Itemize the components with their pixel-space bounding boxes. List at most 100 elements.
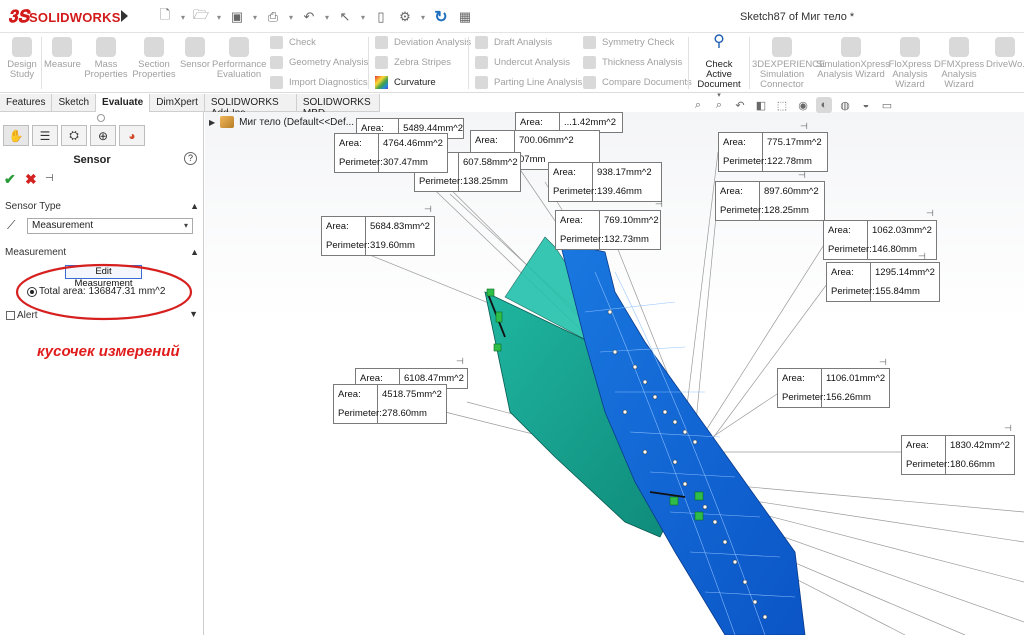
print-icon[interactable]: ⎙ xyxy=(264,8,282,26)
mass-properties-button[interactable]: Mass Properties xyxy=(84,37,128,80)
3dexperience-simulation-button[interactable]: 3DEXPERIENCE Simulation Connector xyxy=(752,37,825,90)
ok-checkmark-icon[interactable]: ✔ xyxy=(4,171,16,188)
undo-dropdown-icon[interactable]: ▾ xyxy=(324,8,330,26)
rebuild-icon[interactable]: ↻ xyxy=(432,8,450,26)
measure-callout[interactable]: Area: 1295.14mm^2 Perimeter: 155.84mm xyxy=(826,262,940,302)
pushpin-icon[interactable]: ⊣ xyxy=(1004,423,1012,434)
symmetry-check-button[interactable]: Symmetry Check xyxy=(583,33,674,51)
measure-callout[interactable]: Area: 4518.75mm^2 Perimeter: 278.60mm xyxy=(333,384,447,424)
expand-arrow-icon[interactable]: ▶ xyxy=(209,118,215,127)
view-orientation-icon[interactable]: ⬚ xyxy=(774,97,790,113)
zoom-area-icon[interactable]: ⌕ xyxy=(711,97,727,113)
thickness-analysis-button[interactable]: Thickness Analysis xyxy=(583,53,682,71)
parting-line-analysis-button[interactable]: Parting Line Analysis xyxy=(475,73,582,91)
pushpin-icon[interactable]: ⊣ xyxy=(45,173,54,184)
measure-callout[interactable]: Area: 775.17mm^2 Perimeter: 122.78mm xyxy=(718,132,828,172)
measure-callout[interactable]: Area: 1106.01mm^2 Perimeter: 156.26mm xyxy=(777,368,890,408)
check-button[interactable]: Check xyxy=(270,33,316,51)
measurement-group-header[interactable]: Measurement ▲ xyxy=(5,247,201,261)
tab-dimxpert[interactable]: DimXpert xyxy=(150,94,205,112)
pushpin-icon[interactable]: ⊣ xyxy=(456,356,464,367)
curvature-button[interactable]: Curvature xyxy=(375,73,436,91)
feature-manager-tab-icon[interactable]: ✋ xyxy=(3,125,29,146)
measure-callout[interactable]: Area: 769.10mm^2 Perimeter: 132.73mm xyxy=(555,210,661,250)
property-manager-tab-icon[interactable]: ☰ xyxy=(32,125,58,146)
deviation-analysis-button[interactable]: Deviation Analysis xyxy=(375,33,471,51)
separator xyxy=(688,37,689,89)
driveworks-button[interactable]: DriveWo... xyxy=(986,37,1024,70)
open-dropdown-icon[interactable]: ▾ xyxy=(216,8,222,26)
pushpin-icon[interactable]: ⊣ xyxy=(926,208,934,219)
performance-evaluation-button[interactable]: Performance Evaluation xyxy=(212,37,266,80)
pushpin-icon[interactable]: ⊣ xyxy=(424,204,432,215)
file-properties-icon[interactable]: ▯ xyxy=(372,8,390,26)
pushpin-icon[interactable]: ⊣ xyxy=(800,121,808,132)
apply-scene-icon[interactable]: ◒ xyxy=(858,97,874,113)
geometry-analysis-button[interactable]: Geometry Analysis xyxy=(270,53,368,71)
zebra-stripes-button[interactable]: Zebra Stripes xyxy=(375,53,451,71)
open-icon[interactable]: 🗁 xyxy=(192,7,210,26)
print-dropdown-icon[interactable]: ▾ xyxy=(288,8,294,26)
measure-button[interactable]: Measure xyxy=(44,37,81,70)
collapse-chevron-icon[interactable]: ▲ xyxy=(190,247,199,257)
mass-properties-icon xyxy=(96,37,116,57)
rebuild-all-icon[interactable]: ▦ xyxy=(456,8,474,26)
compare-documents-button[interactable]: Compare Documents xyxy=(583,73,692,91)
pushpin-icon[interactable]: ⊣ xyxy=(918,251,926,262)
tab-features[interactable]: Features xyxy=(0,94,53,112)
section-properties-button[interactable]: Section Properties xyxy=(132,37,176,80)
new-document-icon[interactable]: 🗋 xyxy=(156,7,174,26)
edit-appearance-icon[interactable]: ◍ xyxy=(837,97,853,113)
measure-callout[interactable]: Area: 4764.46mm^2 Perimeter: 307.47mm xyxy=(334,133,448,173)
floxpress-button[interactable]: FloXpress Analysis Wizard xyxy=(888,37,932,90)
save-icon[interactable]: ▣ xyxy=(228,8,246,26)
design-study-button[interactable]: Design Study xyxy=(4,37,40,80)
measure-callout[interactable]: Area: 5684.83mm^2 Perimeter: 319.60mm xyxy=(321,216,435,256)
tab-sketch[interactable]: Sketch xyxy=(52,94,97,112)
new-dropdown-icon[interactable]: ▾ xyxy=(180,8,186,26)
floxpress-icon xyxy=(900,37,920,57)
tab-solidworks-add-ins[interactable]: SOLIDWORKS Add-Ins xyxy=(205,94,297,119)
zoom-to-fit-icon[interactable]: ⌕ xyxy=(690,97,706,113)
select-icon[interactable]: ↖ xyxy=(336,8,354,26)
measure-callout[interactable]: Area: 1830.42mm^2 Perimeter: 180.66mm xyxy=(901,435,1015,475)
pushpin-icon[interactable]: ⊣ xyxy=(879,357,887,368)
undercut-analysis-button[interactable]: Undercut Analysis xyxy=(475,53,570,71)
tab-solidworks-mbd[interactable]: SOLIDWORKS MBD xyxy=(297,94,380,119)
import-diagnostics-button[interactable]: Import Diagnostics xyxy=(270,73,368,91)
feature-tree-root[interactable]: ▶ Миг тело (Default<<Def... xyxy=(209,116,354,128)
tab-evaluate[interactable]: Evaluate xyxy=(96,94,151,112)
pushpin-icon[interactable]: ⊣ xyxy=(655,199,663,210)
solidworks-logo[interactable]: 𝟑𝐒 SOLIDWORKS xyxy=(8,7,120,27)
display-style-icon[interactable]: ◉ xyxy=(795,97,811,113)
help-icon[interactable]: ? xyxy=(184,152,197,165)
pushpin-icon[interactable]: ⊣ xyxy=(798,170,806,181)
dfmxpress-button[interactable]: DFMXpress Analysis Wizard xyxy=(934,37,984,90)
simulationxpress-button[interactable]: SimulationXpress Analysis Wizard xyxy=(816,37,890,80)
measure-callout[interactable]: Area: 938.17mm^2 Perimeter: 139.46mm xyxy=(548,162,662,202)
previous-view-icon[interactable]: ↶ xyxy=(732,97,748,113)
menu-expand-icon[interactable] xyxy=(121,10,128,22)
cancel-x-icon[interactable]: ✖ xyxy=(25,171,37,188)
save-dropdown-icon[interactable]: ▾ xyxy=(252,8,258,26)
sensor-button[interactable]: Sensor xyxy=(178,37,212,70)
thickness-analysis-icon xyxy=(583,55,596,69)
options-gear-icon[interactable]: ⚙ xyxy=(396,8,414,26)
undo-icon[interactable]: ↶ xyxy=(300,8,318,26)
panel-handle-icon[interactable] xyxy=(97,114,105,122)
collapse-chevron-icon[interactable]: ▲ xyxy=(190,201,199,211)
view-settings-icon[interactable]: ▭ xyxy=(879,97,895,113)
check-active-document-button[interactable]: ⚲ Check Active Document ▾ xyxy=(692,34,746,101)
section-view-icon[interactable]: ◧ xyxy=(753,97,769,113)
property-manager-panel: ✋ ☰ ⛭ ⊕ ◕ Sensor ? ✔ ✖ ⊣ Sensor Type ▲ ⟋… xyxy=(0,112,204,635)
select-dropdown-icon[interactable]: ▾ xyxy=(360,8,366,26)
configuration-manager-tab-icon[interactable]: ⛭ xyxy=(61,125,87,146)
hide-show-items-icon[interactable]: ◐ xyxy=(816,97,832,113)
options-dropdown-icon[interactable]: ▾ xyxy=(420,8,426,26)
measure-callout[interactable]: Area: 897.60mm^2 Perimeter: 128.25mm xyxy=(715,181,825,221)
sensor-type-select[interactable]: Measurement ▾ xyxy=(27,218,193,234)
display-manager-tab-icon[interactable]: ◕ xyxy=(119,125,145,146)
dimxpert-manager-tab-icon[interactable]: ⊕ xyxy=(90,125,116,146)
sensor-type-group-header[interactable]: Sensor Type ▲ xyxy=(5,201,201,215)
draft-analysis-button[interactable]: Draft Analysis xyxy=(475,33,552,51)
